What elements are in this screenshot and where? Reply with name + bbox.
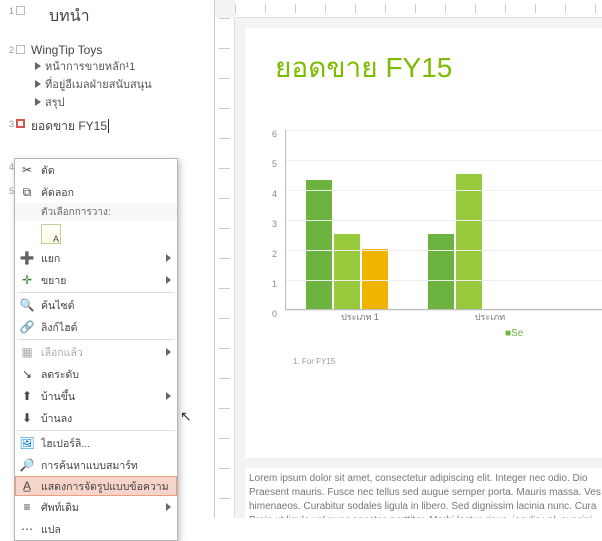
move-down-icon: ⬇	[19, 410, 35, 426]
slide-thumbnail-box[interactable]	[16, 45, 25, 54]
slide-thumbnail-box[interactable]	[16, 119, 25, 128]
expand-icon[interactable]	[35, 98, 41, 106]
context-menu: ✂ตัด ⧉คัดลอก ตัวเลือกการวาง: ➕แยก ✛ขยาย …	[14, 158, 178, 541]
move-up-icon: ⬆	[19, 388, 35, 404]
link-icon: 🔗	[19, 319, 35, 335]
slide-title[interactable]: WingTip Toys	[31, 43, 214, 57]
menu-separator	[17, 430, 175, 431]
slide-number: 5	[4, 184, 14, 196]
cursor-icon: ↖	[180, 408, 192, 425]
menu-link-hide[interactable]: 🔗ลิงก์ไฮด์	[15, 316, 177, 338]
text-format-icon: A̲	[19, 478, 35, 494]
slide-title-editing[interactable]: ยอดขาย FY15	[31, 119, 109, 133]
menu-smart-lookup[interactable]: 🔎การค้นหาแบบสมาร์ท	[15, 454, 177, 476]
menu-translate[interactable]: ⋯แปล	[15, 518, 177, 540]
chart-ytick: 2	[272, 249, 277, 259]
chart-bar[interactable]	[456, 174, 482, 309]
submenu-arrow-icon	[166, 503, 171, 511]
expand-icon[interactable]	[35, 62, 41, 70]
menu-copy[interactable]: ⧉คัดลอก	[15, 181, 177, 203]
copy-icon: ⧉	[19, 184, 35, 200]
chart-bar[interactable]	[428, 234, 454, 309]
menu-move-up[interactable]: ⬆บ้านขึ้น	[15, 385, 177, 407]
menu-demote[interactable]: ↘ลดระดับ	[15, 363, 177, 385]
submenu-arrow-icon	[166, 276, 171, 284]
outline-bullet[interactable]: สรุป	[35, 93, 214, 111]
menu-move-down[interactable]: ⬇บ้านลง	[15, 407, 177, 429]
outline-bullet[interactable]: หน้าการขายหลัก¹1	[35, 57, 214, 75]
chart-ytick: 1	[272, 279, 277, 289]
slide-preview-pane: ยอดขาย FY15 0123456 ประเภท 1 ประเภท ■Se …	[215, 0, 602, 518]
list-icon: ≡	[19, 499, 35, 515]
menu-hyperlink[interactable]: 🖼ไฮเปอร์ลิ...	[15, 432, 177, 454]
plus-icon: ➕	[19, 250, 35, 266]
chart-bar[interactable]	[334, 234, 360, 309]
chart-bar[interactable]	[362, 249, 388, 309]
menu-cut[interactable]: ✂ตัด	[15, 159, 177, 181]
chart-ytick: 0	[272, 309, 277, 319]
smart-lookup-icon: 🔎	[19, 457, 35, 473]
menu-separator	[17, 292, 175, 293]
chart-category-label: ประเภท	[425, 310, 555, 324]
slide-thumbnail-box[interactable]	[16, 6, 25, 15]
outline-header: บทนำ	[49, 4, 214, 29]
submenu-arrow-icon	[166, 392, 171, 400]
notes-text[interactable]: Lorem ipsum dolor sit amet, consectetur …	[245, 468, 602, 518]
translate-icon: ⋯	[19, 521, 35, 537]
menu-selected: ▦เลือกแล้ว	[15, 341, 177, 363]
slide-number: 1	[4, 4, 14, 16]
submenu-arrow-icon	[166, 348, 171, 356]
chart-legend: ■Se	[505, 328, 602, 339]
paste-keep-text-icon	[41, 224, 61, 244]
menu-separator	[17, 339, 175, 340]
demote-icon: ↘	[19, 366, 35, 382]
menu-synonyms[interactable]: ≡ศัพท์เดิม	[15, 496, 177, 518]
menu-paste-option[interactable]	[15, 221, 177, 247]
cut-icon: ✂	[19, 162, 35, 178]
expand-icon[interactable]	[35, 80, 41, 88]
search-icon: 🔍	[19, 297, 35, 313]
expand-plus-icon: ✛	[19, 272, 35, 288]
chart-footnote: 1. For FY15	[293, 357, 602, 366]
vertical-ruler[interactable]	[215, 18, 235, 518]
chart-ytick: 4	[272, 189, 277, 199]
menu-expand[interactable]: ✛ขยาย	[15, 269, 177, 291]
chart-ytick: 5	[272, 159, 277, 169]
grid-icon: ▦	[19, 344, 35, 360]
horizontal-ruler[interactable]	[235, 0, 602, 18]
chart-bar[interactable]	[306, 180, 332, 309]
outline-bullet[interactable]: ที่อยู่อีเมลฝ่ายสนับสนุน	[35, 75, 214, 93]
submenu-arrow-icon	[166, 254, 171, 262]
menu-paste-header: ตัวเลือกการวาง:	[15, 203, 177, 221]
slide-number: 3	[4, 117, 14, 129]
chart-ytick: 6	[272, 129, 277, 139]
menu-split[interactable]: ➕แยก	[15, 247, 177, 269]
menu-search-site[interactable]: 🔍ค้นไซต์	[15, 294, 177, 316]
menu-show-text-formatting[interactable]: A̲แสดงการจัดรูปแบบข้อความ	[15, 476, 177, 496]
slide-number: 4	[4, 160, 14, 172]
chart-ytick: 3	[272, 219, 277, 229]
slide-number: 2	[4, 43, 14, 55]
slide-title-text[interactable]: ยอดขาย FY15	[275, 46, 602, 90]
outline-pane: 1 บทนำ 2 WingTip Toys หน้าการขายหลัก¹1 ท…	[0, 0, 215, 518]
chart-category-label: ประเภท 1	[295, 310, 425, 324]
hyperlink-icon: 🖼	[19, 435, 35, 451]
chart[interactable]: 0123456 ประเภท 1 ประเภท ■Se 1. For FY15	[285, 130, 602, 366]
slide-canvas[interactable]: ยอดขาย FY15 0123456 ประเภท 1 ประเภท ■Se …	[245, 28, 602, 458]
